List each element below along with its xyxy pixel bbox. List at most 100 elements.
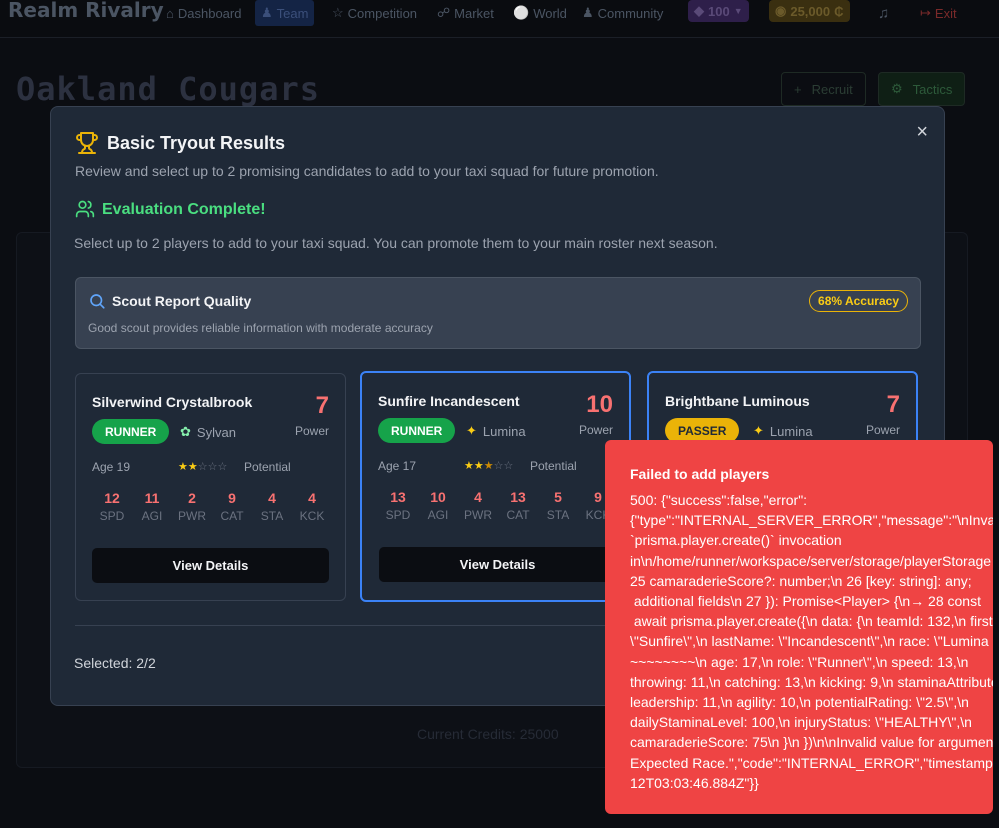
page-title: Oakland Cougars [16, 70, 320, 108]
player-card[interactable]: Silverwind Crystalbrook 7 Power RUNNER ✿… [75, 373, 346, 601]
gem-icon: ▼ [733, 6, 743, 16]
stat-value: 13 [390, 489, 406, 505]
stat-cat: 13 CAT [498, 489, 538, 522]
star-icon: ★ [483, 460, 494, 472]
race-name: Lumina [769, 423, 813, 439]
credits-balance[interactable]: ◉ 25,000 ₵ [769, 0, 850, 22]
star-icon: ☆ [503, 460, 514, 472]
recruit-label: Recruit [811, 81, 853, 97]
race-label: ✦ Lumina [466, 423, 526, 439]
nav-market[interactable]: ☍ Market [431, 0, 500, 26]
home-icon: ⌂ [166, 5, 174, 21]
nav-world[interactable]: ⚪ World [507, 0, 573, 26]
nav-competition[interactable]: ☆ Competition [326, 0, 423, 26]
evaluation-title: Evaluation Complete! [102, 201, 266, 218]
stat-value: 2 [188, 490, 196, 506]
users-icon: ♟ [582, 5, 594, 20]
gear-icon: ⚙ [891, 81, 903, 96]
stat-label: SPD [99, 509, 125, 523]
stat-spd: 12 SPD [92, 490, 132, 523]
stat-label: AGI [427, 508, 449, 522]
star-icon: ★ [473, 460, 484, 472]
nav-label: Competition [347, 5, 418, 21]
race-label: ✦ Lumina [753, 423, 813, 439]
currency-icon: ₵ [834, 3, 844, 19]
power-label: Power [294, 424, 329, 438]
stat-value: 13 [510, 489, 526, 505]
sparkle-icon: ✦ [753, 423, 764, 438]
stat-pwr: 2 PWR [172, 490, 212, 523]
race-name: Lumina [482, 423, 526, 439]
stat-label: PWR [178, 509, 206, 523]
stat-label: STA [546, 508, 570, 522]
gem-icon: ◆ [694, 3, 704, 18]
star-icon: ★ [178, 461, 188, 473]
users-icon [75, 200, 95, 218]
view-details-button[interactable]: View Details [92, 548, 329, 583]
gems-balance[interactable]: ◆ 100 ▼ [688, 0, 749, 22]
bell-icon[interactable]: ♫ [872, 0, 895, 26]
modal-subtitle: Review and select up to 2 promising cand… [75, 163, 659, 179]
role-badge: RUNNER [378, 418, 456, 443]
stat-value: 5 [554, 489, 562, 505]
stat-label: PWR [464, 508, 492, 522]
scout-title: Scout Report Quality [112, 293, 252, 309]
race-name: Sylvan [196, 424, 236, 440]
trophy-icon: ☆ [332, 5, 344, 20]
cart-icon: ☍ [437, 5, 451, 20]
stat-label: KCK [299, 509, 325, 523]
globe-icon: ⚪ [513, 5, 530, 20]
plus-icon: + [794, 81, 802, 97]
view-details-button[interactable]: View Details [379, 547, 616, 582]
sparkle-icon: ✦ [466, 423, 477, 438]
search-icon [90, 294, 105, 309]
star-icon: ☆ [197, 461, 208, 473]
nav-label: World [533, 5, 567, 21]
scout-report-panel: Scout Report Quality 68% Accuracy Good s… [75, 277, 921, 349]
power-value: 10 [586, 391, 613, 418]
age-label: Age 19 [92, 460, 131, 474]
users-icon: ♟ [261, 5, 273, 20]
stat-value: 11 [144, 490, 160, 506]
stat-value: 4 [474, 489, 482, 505]
nav-team[interactable]: ♟ Team [255, 0, 315, 26]
exit-button[interactable]: ↦ Exit [914, 0, 963, 26]
stat-cat: 9 CAT [212, 490, 252, 523]
error-toast[interactable]: Failed to add players 500: {"success":fa… [605, 440, 993, 814]
stat-label: AGI [141, 509, 163, 523]
stat-value: 4 [268, 490, 276, 506]
player-name: Brightbane Luminous [665, 393, 810, 409]
stat-kck: 4 KCK [292, 490, 332, 523]
stat-sta: 4 STA [252, 490, 292, 523]
recruit-button[interactable]: + Recruit [781, 72, 866, 106]
nav-label: Community [597, 5, 664, 21]
stat-label: STA [260, 509, 284, 523]
stat-value: 4 [308, 490, 316, 506]
player-card-selected[interactable]: Sunfire Incandescent 10 Power RUNNER ✦ L… [360, 371, 631, 602]
nav-label: Team [276, 5, 309, 21]
leaf-icon: ✿ [180, 424, 191, 439]
power-value: 7 [886, 391, 900, 418]
stat-value: 10 [430, 489, 446, 505]
nav-community[interactable]: ♟ Community [576, 0, 669, 26]
stat-value: 9 [228, 490, 236, 506]
tactics-button[interactable]: ⚙ Tactics [878, 72, 966, 106]
stat-label: CAT [220, 509, 244, 523]
close-icon[interactable]: × [916, 121, 928, 144]
star-icon: ☆ [217, 461, 228, 473]
potential-label: Potential [530, 459, 577, 473]
age-label: Age 17 [378, 459, 417, 473]
brand-logo[interactable]: Realm Rivalry [8, 0, 164, 22]
nav-dashboard[interactable]: ⌂ Dashboard [160, 0, 247, 26]
coin-icon: ◉ [775, 3, 787, 18]
credits-value: 25,000 [790, 3, 831, 19]
current-credits: Current Credits: 25000 [417, 726, 559, 742]
stat-sta: 5 STA [538, 489, 578, 522]
stat-label: CAT [506, 508, 530, 522]
toast-message: 500: {"success":false,"error": {"type":"… [630, 492, 993, 791]
stat-pwr: 4 PWR [458, 489, 498, 522]
stats-row: 13 SPD 10 AGI 4 PWR 13 CAT 5 STA 9 KCK [378, 489, 618, 522]
top-nav: Realm Rivalry ⌂ Dashboard ♟ Team ☆ Compe… [0, 0, 999, 38]
accuracy-badge: 68% Accuracy [809, 290, 908, 312]
role-badge: RUNNER [92, 419, 170, 444]
